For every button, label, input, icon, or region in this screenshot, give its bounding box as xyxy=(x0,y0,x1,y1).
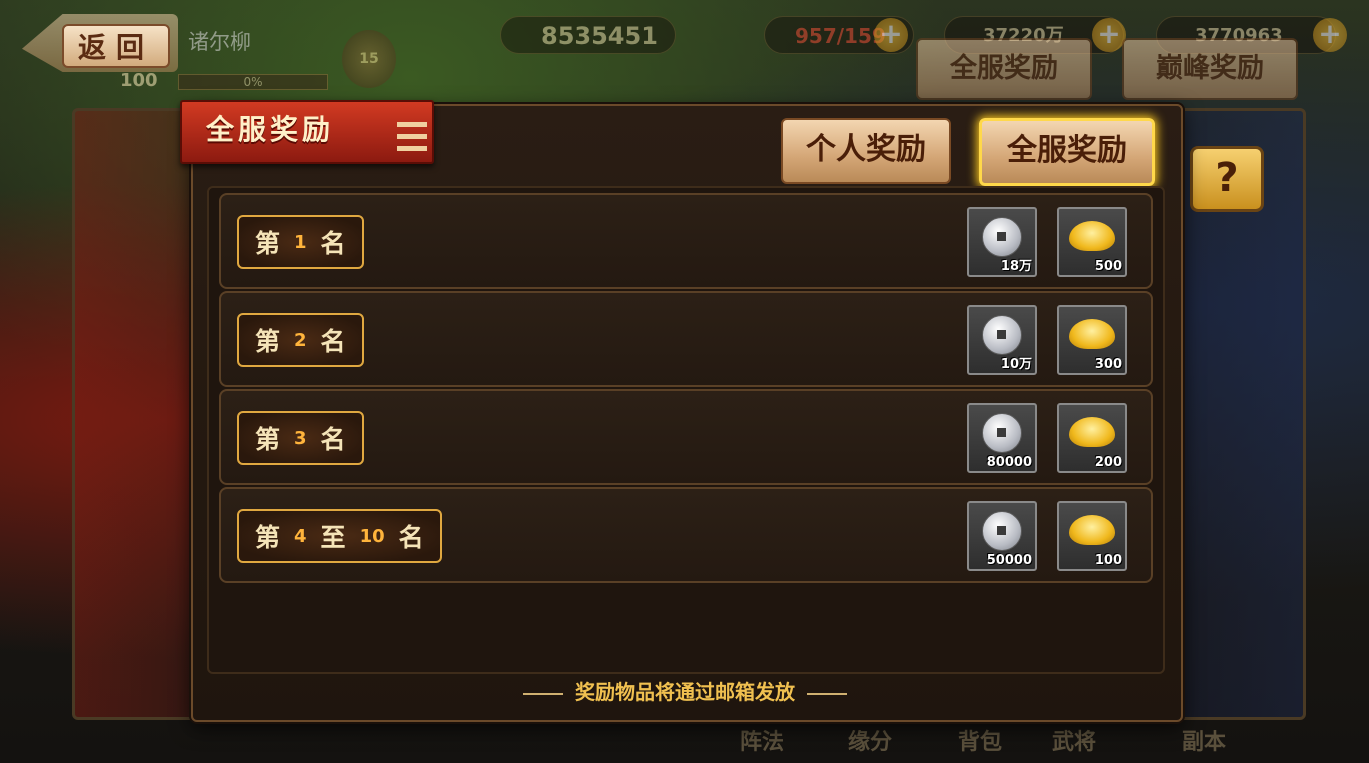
gold-reward[interactable]: 100 xyxy=(1057,501,1127,571)
divider xyxy=(807,692,847,695)
nav-dungeon[interactable]: 副本 xyxy=(1182,724,1226,756)
silver-amount: 80000 xyxy=(986,455,1032,470)
stamina-value: 957/159 xyxy=(795,24,886,48)
silver-coin-icon xyxy=(982,511,1022,551)
vip-badge[interactable]: 15 xyxy=(342,30,396,88)
rank-number-end: 10 xyxy=(359,525,385,547)
silver-amount: 18万 xyxy=(1000,259,1032,274)
power-display: 8535451 xyxy=(500,16,676,54)
silver-reward[interactable]: 80000 xyxy=(967,403,1037,473)
rank-number: 4 xyxy=(294,525,307,547)
gold-ingot-icon xyxy=(1069,221,1115,251)
peak-reward-button[interactable]: 巅峰奖励 xyxy=(1122,38,1298,100)
ribbon-stripe xyxy=(397,134,427,139)
rank-range-separator: 至 xyxy=(320,523,346,552)
nav-formation[interactable]: 阵法 xyxy=(740,724,784,756)
server-reward-button[interactable]: 全服奖励 xyxy=(916,38,1092,100)
gold-reward[interactable]: 500 xyxy=(1057,207,1127,277)
gold-reward[interactable]: 300 xyxy=(1057,305,1127,375)
rank-number: 2 xyxy=(294,329,307,351)
footer-note: 奖励物品将通过邮箱发放 xyxy=(191,676,1179,705)
silver-reward[interactable]: 50000 xyxy=(967,501,1037,571)
power-value: 8535451 xyxy=(541,22,658,50)
modal-title: 全服奖励 xyxy=(206,113,335,146)
gold-ingot-icon xyxy=(1069,417,1115,447)
silver-amount: 50000 xyxy=(986,553,1032,568)
help-button[interactable]: ? xyxy=(1190,146,1264,212)
nav-bag[interactable]: 背包 xyxy=(958,724,1002,756)
gold-reward[interactable]: 200 xyxy=(1057,403,1127,473)
silver-reward[interactable]: 18万 xyxy=(967,207,1037,277)
exp-bar: 0% xyxy=(178,74,328,90)
rank-prefix: 第 xyxy=(255,229,281,258)
rank-suffix: 名 xyxy=(320,327,346,356)
silver-amount: 10万 xyxy=(1000,357,1032,372)
player-level: 100 xyxy=(120,70,158,91)
reward-row: 第 2 名 10万 300 xyxy=(219,291,1153,387)
rank-badge: 第 4 至 10 名 xyxy=(237,509,442,563)
reward-row: 第 1 名 18万 500 xyxy=(219,193,1153,289)
rank-number: 3 xyxy=(294,427,307,449)
divider xyxy=(523,692,563,695)
rank-prefix: 第 xyxy=(255,327,281,356)
add-gold-icon[interactable]: + xyxy=(1313,18,1347,52)
silver-coin-icon xyxy=(982,413,1022,453)
back-button[interactable]: 返回 xyxy=(62,24,170,68)
gold-ingot-icon xyxy=(1069,515,1115,545)
vip-level: 15 xyxy=(359,51,379,67)
gold-amount: 500 xyxy=(1094,259,1122,274)
reward-row: 第 3 名 80000 200 xyxy=(219,389,1153,485)
silver-coin-icon xyxy=(982,315,1022,355)
player-name: 诸尔柳 xyxy=(188,30,251,54)
rank-prefix: 第 xyxy=(255,425,281,454)
tab-server-reward[interactable]: 全服奖励 xyxy=(979,118,1155,186)
rank-suffix: 名 xyxy=(398,523,424,552)
rank-suffix: 名 xyxy=(320,425,346,454)
nav-generals[interactable]: 武将 xyxy=(1052,724,1096,756)
rank-number: 1 xyxy=(294,231,307,253)
gold-ingot-icon xyxy=(1069,319,1115,349)
rank-badge: 第 2 名 xyxy=(237,313,364,367)
tab-personal-reward[interactable]: 个人奖励 xyxy=(781,118,951,184)
silver-reward[interactable]: 10万 xyxy=(967,305,1037,375)
silver-coin-icon xyxy=(982,217,1022,257)
rank-prefix: 第 xyxy=(255,523,281,552)
add-stamina-icon[interactable]: + xyxy=(874,18,908,52)
gold-amount: 300 xyxy=(1094,357,1122,372)
gold-amount: 100 xyxy=(1094,553,1122,568)
gold-amount: 200 xyxy=(1094,455,1122,470)
footer-text: 奖励物品将通过邮箱发放 xyxy=(575,680,795,704)
rank-badge: 第 3 名 xyxy=(237,411,364,465)
ribbon-stripe xyxy=(397,146,427,151)
ribbon-stripe xyxy=(397,122,427,127)
rank-suffix: 名 xyxy=(320,229,346,258)
add-silver-icon[interactable]: + xyxy=(1092,18,1126,52)
nav-fate[interactable]: 缘分 xyxy=(848,724,892,756)
rank-badge: 第 1 名 xyxy=(237,215,364,269)
reward-row: 第 4 至 10 名 50000 100 xyxy=(219,487,1153,583)
